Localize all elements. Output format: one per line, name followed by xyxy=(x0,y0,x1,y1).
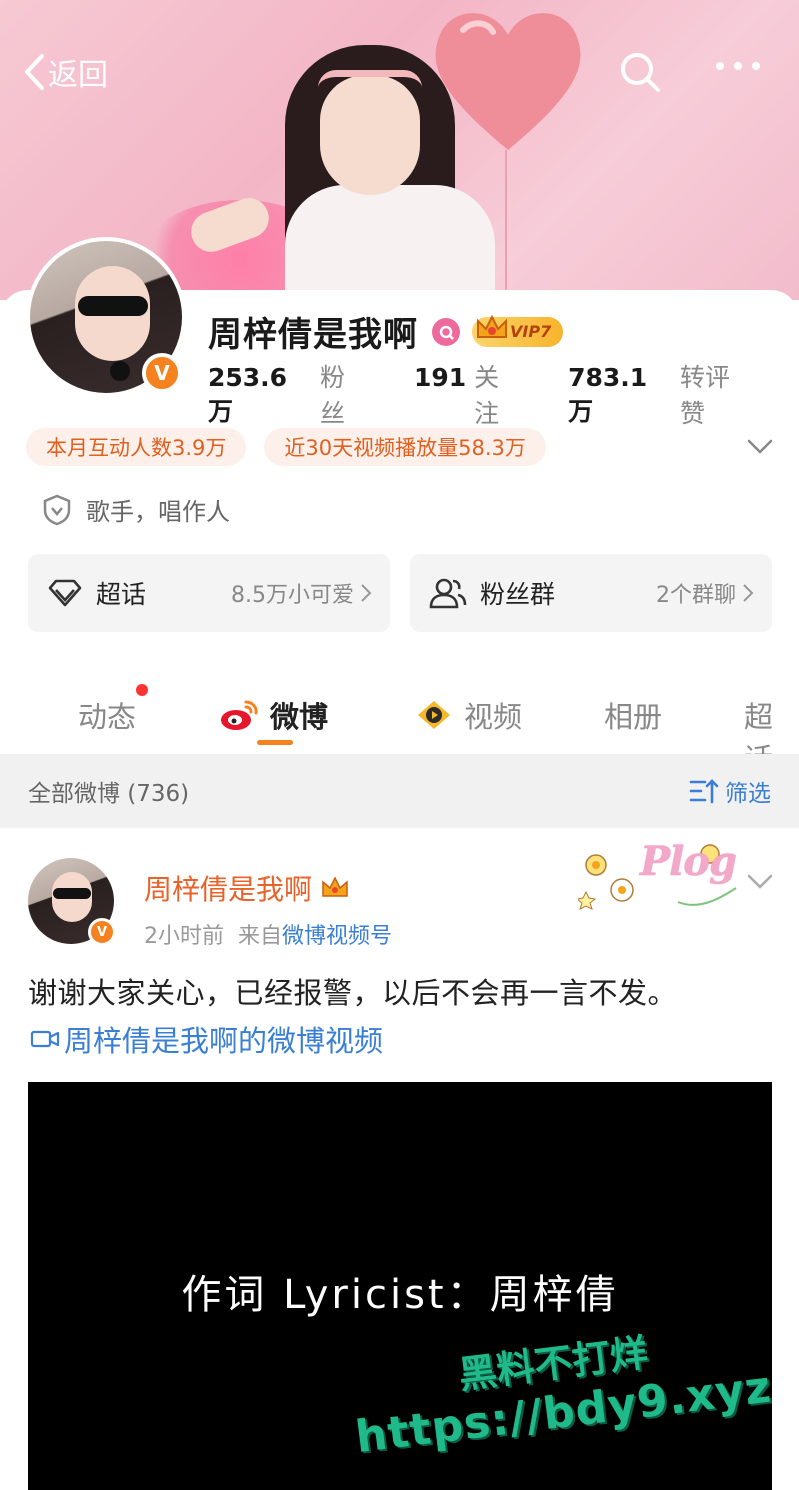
profile-role: 歌手，唱作人 xyxy=(42,492,230,527)
tab-video-label: 视频 xyxy=(464,700,523,734)
profile-name: 周梓倩是我啊 xyxy=(208,315,418,355)
vip-label: VIP7 xyxy=(510,322,552,341)
chevron-down-icon[interactable] xyxy=(746,438,774,456)
plog-sticker: Plog xyxy=(640,838,737,885)
video-play-icon xyxy=(418,701,450,729)
fan-group-sub: 2个群聊 xyxy=(656,583,736,608)
interactions-count: 783.1万 xyxy=(568,363,648,426)
profile-name-row: 周梓倩是我啊 VIP7 xyxy=(208,307,564,356)
profile-avatar-wrap[interactable]: V xyxy=(26,237,186,397)
followers-count: 253.6万 xyxy=(208,363,288,426)
video-camera-icon xyxy=(30,1030,60,1048)
verified-badge: V xyxy=(88,918,116,946)
top-nav: 返回 xyxy=(0,40,799,100)
fan-group-card[interactable]: 粉丝群 2个群聊 xyxy=(410,554,772,632)
all-posts-count: 全部微博 (736) xyxy=(28,781,190,807)
vip-badge[interactable]: VIP7 xyxy=(472,314,564,347)
filter-icon xyxy=(689,779,719,804)
supertopic-title: 超话 xyxy=(96,580,147,609)
post-meta: 2小时前 来自微博视频号 xyxy=(144,918,392,950)
filter-bar: 全部微博 (736) 筛选 xyxy=(0,754,799,828)
following-label: 关注 xyxy=(474,363,500,428)
tab-activity-label: 动态 xyxy=(78,700,137,734)
profile-tabs: 动态 微博 视频 相册 超话 xyxy=(0,678,799,776)
post-card: V 周梓倩是我啊 2小时前 来自微博视频号 Plog 谢谢大家关心，已经报警，以… xyxy=(0,828,799,1490)
video-caption: 作词 Lyricist：周梓倩 xyxy=(181,1272,619,1318)
post-text: 谢谢大家关心，已经报警，以后不会再一言不发。 xyxy=(28,976,678,1010)
crown-icon xyxy=(477,314,507,338)
chevron-right-icon xyxy=(361,584,372,602)
stat-interactions[interactable]: 783.1万 转评赞 xyxy=(568,358,755,430)
stat-following[interactable]: 191 关注 xyxy=(414,358,524,430)
search-icon[interactable] xyxy=(618,50,662,94)
tab-album[interactable]: 相册 xyxy=(604,694,662,736)
post-source[interactable]: 微博视频号 xyxy=(282,924,392,949)
post-source-prefix: 来自 xyxy=(238,924,283,949)
filter-label: 筛选 xyxy=(725,781,771,807)
shield-check-icon xyxy=(43,494,71,525)
post-time: 2小时前 xyxy=(144,924,224,949)
video-player[interactable]: 作词 Lyricist：周梓倩 xyxy=(28,1082,772,1490)
profile-tags: 本月互动人数3.9万 近30天视频播放量58.3万 xyxy=(26,428,564,466)
profile-cards: 超话 8.5万小可爱 粉丝群 2个群聊 xyxy=(28,554,792,632)
tag-video-views[interactable]: 近30天视频播放量58.3万 xyxy=(264,428,546,466)
post-author-name: 周梓倩是我啊 xyxy=(144,873,313,906)
tab-video[interactable]: 视频 xyxy=(414,694,522,736)
crown-icon xyxy=(322,876,348,897)
tab-weibo-label: 微博 xyxy=(270,700,329,734)
diamond-icon xyxy=(48,579,82,607)
back-label: 返回 xyxy=(48,58,108,93)
role-text: 歌手，唱作人 xyxy=(86,498,230,526)
tab-activity[interactable]: 动态 xyxy=(78,684,149,736)
tab-album-label: 相册 xyxy=(604,700,663,734)
post-video-link-text: 周梓倩是我啊的微博视频 xyxy=(64,1024,384,1058)
weibo-logo-icon xyxy=(221,700,258,730)
filter-button[interactable]: 筛选 xyxy=(689,774,771,808)
interactions-label: 转评赞 xyxy=(680,363,731,428)
post-video-link[interactable]: 周梓倩是我啊的微博视频 xyxy=(30,1018,383,1060)
verified-badge: V xyxy=(142,353,182,393)
supertopic-sub: 8.5万小可爱 xyxy=(231,583,354,608)
post-author[interactable]: 周梓倩是我啊 xyxy=(144,868,350,908)
chevron-right-icon xyxy=(743,584,754,602)
following-count: 191 xyxy=(413,363,467,392)
fan-group-title: 粉丝群 xyxy=(480,580,556,609)
profile-stats: 253.6万 粉丝 191 关注 783.1万 转评赞 xyxy=(208,358,799,430)
post-avatar[interactable]: V xyxy=(28,858,116,946)
back-button[interactable]: 返回 xyxy=(22,50,108,94)
active-tab-indicator xyxy=(257,740,293,745)
chevron-left-icon xyxy=(25,54,44,90)
stat-followers[interactable]: 253.6万 粉丝 xyxy=(208,358,370,430)
tag-monthly-interactions[interactable]: 本月互动人数3.9万 xyxy=(26,428,247,466)
notification-dot xyxy=(136,684,149,696)
tab-weibo[interactable]: 微博 xyxy=(220,694,328,736)
more-icon[interactable] xyxy=(714,60,762,72)
followers-label: 粉丝 xyxy=(319,363,345,428)
supertopic-card[interactable]: 超话 8.5万小可爱 xyxy=(28,554,390,632)
chevron-down-icon[interactable] xyxy=(746,873,774,891)
live-icon[interactable] xyxy=(432,317,460,346)
users-icon xyxy=(429,578,467,609)
